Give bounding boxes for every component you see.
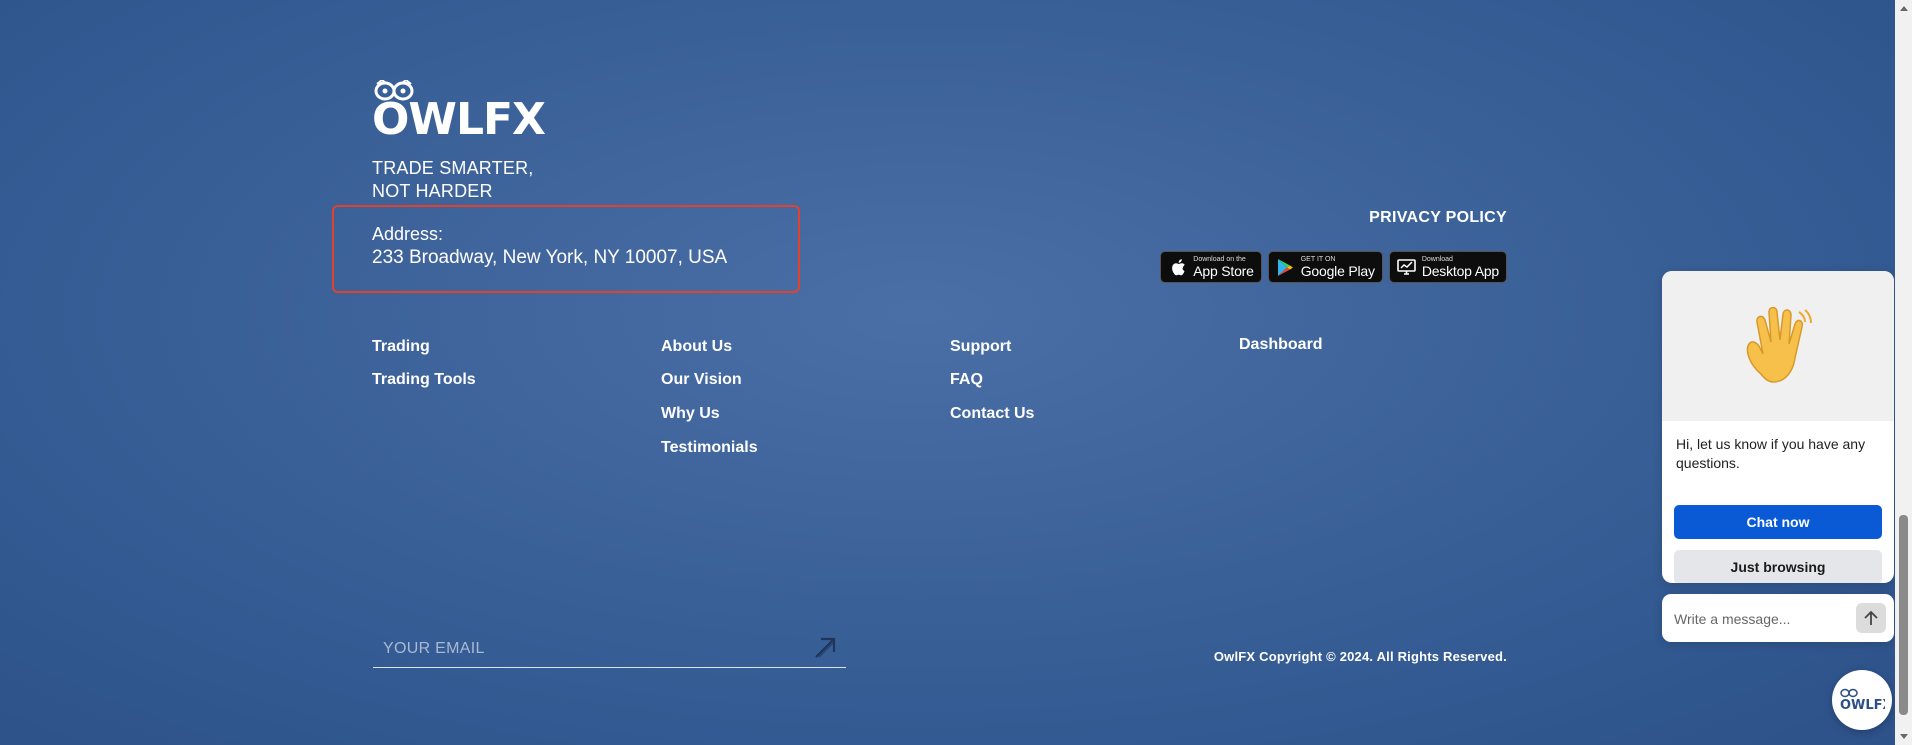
footer-column-about: About Us Our Vision Why Us Testimonials [661, 338, 758, 472]
chat-hero [1662, 271, 1894, 421]
desktop-icon [1397, 257, 1417, 277]
apple-icon [1168, 257, 1188, 277]
send-arrow-icon[interactable] [814, 637, 836, 659]
store-big-text: App Store [1193, 263, 1254, 279]
column-title: About Us [661, 338, 733, 355]
footer-column-dashboard: Dashboard [1239, 335, 1323, 369]
newsletter-form [373, 631, 846, 668]
scrollbar-thumb[interactable] [1899, 515, 1908, 715]
link-testimonials[interactable]: Testimonials [661, 438, 758, 457]
google-play-button[interactable]: GET IT ON Google Play [1267, 251, 1383, 283]
chat-message-box [1662, 594, 1894, 642]
column-title: Trading [372, 338, 430, 355]
chat-launcher-button[interactable]: OWLFX [1832, 670, 1892, 730]
tagline-line: NOT HARDER [372, 181, 493, 201]
tagline: TRADE SMARTER, NOT HARDER [372, 157, 534, 203]
link-contact-us[interactable]: Contact Us [950, 404, 1034, 423]
chat-now-button[interactable]: Chat now [1674, 505, 1882, 539]
site-footer: OWLFX TRADE SMARTER, NOT HARDER Address:… [0, 0, 1895, 745]
chat-message-input[interactable] [1672, 602, 1846, 636]
store-small-text: Download [1421, 256, 1453, 263]
tagline-line: TRADE SMARTER, [372, 158, 534, 178]
link-why-us[interactable]: Why Us [661, 404, 758, 423]
owlfx-logo-icon: OWLFX [1840, 688, 1885, 712]
link-trading-tools[interactable]: Trading Tools [372, 370, 476, 389]
link-dashboard[interactable]: Dashboard [1239, 335, 1323, 354]
address-label: Address: [372, 224, 444, 244]
store-big-text: Desktop App [1421, 263, 1499, 279]
waving-hand-icon [1746, 306, 1812, 383]
footer-column-support: Support FAQ Contact Us [950, 338, 1034, 438]
owlfx-logo[interactable]: OWLFX [372, 80, 546, 144]
store-small-text: Download on the [1193, 256, 1246, 263]
link-our-vision[interactable]: Our Vision [661, 370, 758, 389]
address-value: 233 Broadway, New York, NY 10007, USA [372, 247, 728, 268]
google-play-icon [1276, 257, 1296, 277]
chat-send-button[interactable] [1856, 603, 1886, 633]
copyright-text: OwlFX Copyright © 2024. All Rights Reser… [1213, 649, 1507, 664]
address-block: Address: 233 Broadway, New York, NY 1000… [372, 222, 727, 270]
svg-text:OWLFX: OWLFX [1840, 698, 1885, 712]
logo-wordmark: OWLFX [372, 94, 546, 145]
column-title: Support [950, 338, 1012, 355]
privacy-policy-link[interactable]: PRIVACY POLICY [1369, 209, 1507, 227]
app-store-buttons: Download on the App Store GET IT ON Goog… [1160, 251, 1507, 283]
chat-popup: Hi, let us know if you have any question… [1662, 271, 1894, 583]
app-store-button[interactable]: Download on the App Store [1160, 251, 1262, 283]
just-browsing-button[interactable]: Just browsing [1674, 550, 1882, 583]
scroll-down-arrow-icon[interactable] [1895, 728, 1912, 745]
store-big-text: Google Play [1300, 263, 1375, 279]
desktop-app-button[interactable]: Download Desktop App [1388, 251, 1507, 283]
footer-column-trading: Trading Trading Tools [372, 338, 476, 404]
page-scrollbar[interactable] [1895, 0, 1912, 745]
arrow-up-icon [1864, 610, 1878, 625]
store-small-text: GET IT ON [1300, 256, 1336, 263]
chat-greeting: Hi, let us know if you have any question… [1676, 436, 1866, 471]
link-faq[interactable]: FAQ [950, 370, 1034, 389]
scroll-up-arrow-icon[interactable] [1895, 0, 1912, 17]
email-input[interactable] [373, 631, 805, 667]
